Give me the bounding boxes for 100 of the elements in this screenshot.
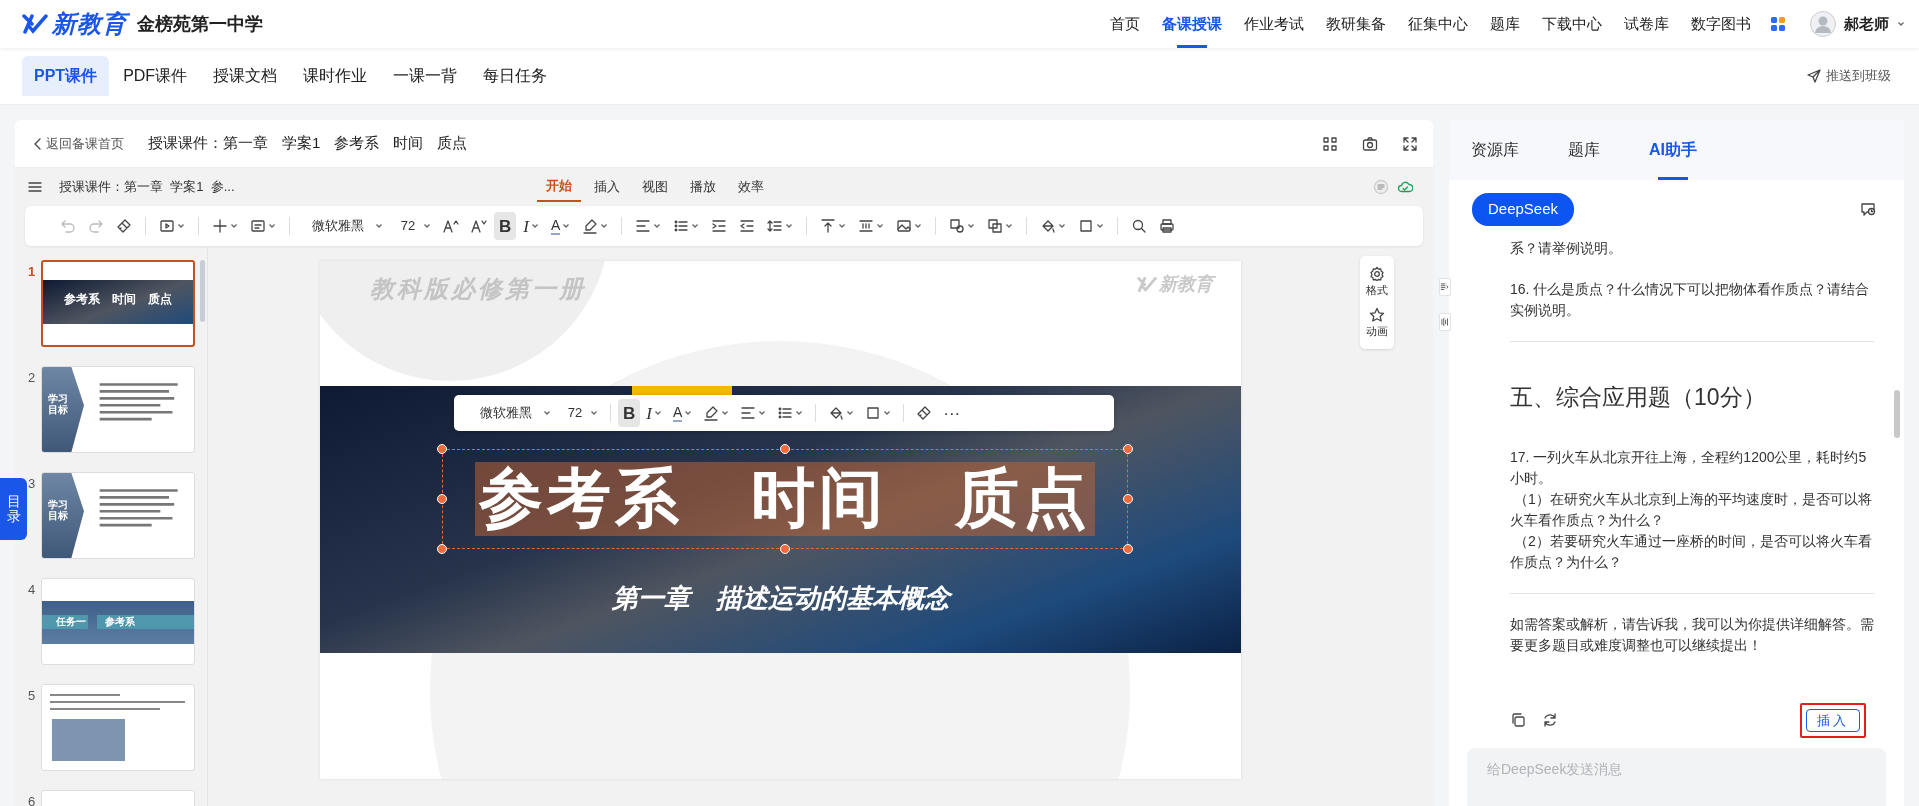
caret-icon (423, 222, 431, 230)
resize-handle[interactable] (437, 544, 447, 554)
copy-icon[interactable] (1510, 712, 1526, 729)
slide-thumbnail[interactable]: 学习目标 (41, 472, 195, 559)
paintbrush-icon (916, 405, 933, 421)
caret-icon (375, 222, 383, 230)
align-icon (635, 218, 652, 234)
caret-icon (1058, 222, 1067, 230)
tab[interactable]: 授课文档 (201, 56, 290, 96)
slide-thumbnail[interactable]: 参考系 时间 质点 (41, 260, 195, 347)
undo-icon (60, 218, 76, 234)
logo-icon (1137, 276, 1157, 293)
caret-icon (914, 222, 923, 230)
highlighter-icon (582, 218, 599, 234)
slide-thumbnail[interactable]: 学习目标 (41, 366, 195, 453)
user-name[interactable]: 郝老师 (1844, 12, 1889, 36)
font-shrink-icon (471, 218, 487, 234)
text-style-button[interactable]: I (641, 399, 667, 427)
refresh-icon[interactable] (1542, 712, 1558, 729)
slide-title[interactable]: 参考系 时间 质点 (475, 462, 1095, 536)
resize-handle[interactable] (1123, 444, 1133, 454)
paint-bucket-icon (1040, 218, 1057, 234)
caret-icon (530, 222, 539, 230)
outline-tab[interactable]: 目录 (0, 478, 27, 540)
ribbon-tab[interactable]: 视图 (632, 172, 677, 202)
nav-link[interactable]: 首页 (1099, 0, 1151, 48)
apps-icon[interactable] (1770, 16, 1786, 32)
nav-link[interactable]: 征集中心 (1397, 0, 1479, 48)
bullet-list-icon (777, 405, 794, 421)
resize-handle[interactable] (437, 444, 447, 454)
indent-icon (711, 218, 728, 234)
nav-link[interactable]: 数字图书 (1680, 0, 1762, 48)
scrollbar[interactable] (200, 260, 205, 322)
more-button[interactable]: ··· (938, 399, 966, 427)
nav-link[interactable]: 教研集备 (1315, 0, 1397, 48)
courseware-title: 质点 (437, 133, 468, 154)
menu-icon[interactable] (27, 179, 43, 195)
resize-handle[interactable] (780, 544, 790, 554)
font-select-button[interactable]: 微软雅黑 (298, 212, 388, 240)
resize-handle[interactable] (1123, 544, 1133, 554)
star-icon (1369, 306, 1385, 323)
back-link[interactable]: 返回备课首页 (30, 133, 124, 154)
model-button[interactable]: DeepSeek (1472, 193, 1575, 226)
chat-history-icon[interactable] (1860, 201, 1876, 218)
caret-icon (691, 222, 700, 230)
collapse-handle[interactable] (1439, 278, 1451, 296)
format-button[interactable]: 格式 (1360, 262, 1394, 303)
slide-number: 4 (28, 581, 37, 599)
square-icon (1078, 218, 1095, 234)
resize-handle[interactable] (1123, 494, 1133, 504)
fullscreen-icon[interactable] (1402, 135, 1418, 152)
tab[interactable]: 一课一背 (381, 56, 470, 96)
collapse-handle[interactable] (1439, 313, 1451, 331)
ribbon-tab[interactable]: 效率 (728, 172, 773, 202)
tab[interactable]: PDF课件 (111, 56, 200, 96)
resize-handle[interactable] (437, 494, 447, 504)
font-size-select-button[interactable]: 72 (557, 399, 603, 427)
caret-icon (1096, 222, 1105, 230)
font-color-button[interactable]: A (545, 212, 576, 240)
logo-icon (22, 13, 48, 35)
chat-heading: 五、综合应用题（10分） (1510, 382, 1767, 412)
nav-link[interactable]: 下载中心 (1531, 0, 1613, 48)
courseware-title: 参考系 (334, 133, 380, 154)
text-style-button[interactable]: I (518, 212, 544, 240)
caret-icon (590, 409, 598, 417)
chat-text: （2）若要研究火车通过一座桥的时间，是否可以将火车看作质点？为什么？ (1510, 531, 1873, 572)
ribbon-tab[interactable]: 插入 (584, 172, 629, 202)
ribbon-tab[interactable]: 播放 (680, 172, 725, 202)
message-input[interactable]: 给DeepSeek发送消息 (1467, 748, 1886, 806)
insert-button[interactable]: 插入 (1806, 708, 1860, 732)
animation-button[interactable]: 动画 (1360, 302, 1394, 343)
courseware-title: 学案1 (282, 133, 321, 154)
nav-link[interactable]: 题库 (1479, 0, 1531, 48)
text-style-button[interactable]: B (494, 212, 517, 240)
font-select-button[interactable]: 微软雅黑 (466, 399, 556, 427)
nav-link[interactable]: 作业考试 (1233, 0, 1315, 48)
tab[interactable]: 题库 (1566, 120, 1602, 180)
font-grow-icon (443, 218, 459, 234)
ribbon-tab[interactable]: 开始 (536, 172, 581, 202)
scrollbar[interactable] (1894, 390, 1900, 438)
font-size-select-button[interactable]: 72 (390, 212, 436, 240)
resize-handle[interactable] (780, 444, 790, 454)
send-icon (1806, 68, 1822, 84)
nav-link[interactable]: 试卷库 (1613, 0, 1680, 48)
caret-icon (846, 409, 855, 417)
tab[interactable]: 每日任务 (471, 56, 560, 96)
tab[interactable]: 资源库 (1469, 120, 1521, 180)
slide-thumbnail[interactable] (41, 684, 195, 771)
search-icon (1131, 218, 1148, 234)
select-icon[interactable] (1322, 135, 1338, 152)
tab[interactable]: PPT课件 (22, 56, 110, 96)
camera-icon[interactable] (1362, 135, 1378, 152)
highlighter-icon (703, 405, 720, 421)
text-style-button[interactable]: B (618, 399, 641, 427)
slide-number: 2 (28, 369, 37, 387)
push-to-class-button[interactable]: 推送到班级 (1800, 65, 1897, 87)
caret-icon (684, 409, 693, 417)
tab[interactable]: 课时作业 (291, 56, 380, 96)
caret-icon (600, 222, 609, 230)
font-color-button[interactable]: A (667, 399, 698, 427)
